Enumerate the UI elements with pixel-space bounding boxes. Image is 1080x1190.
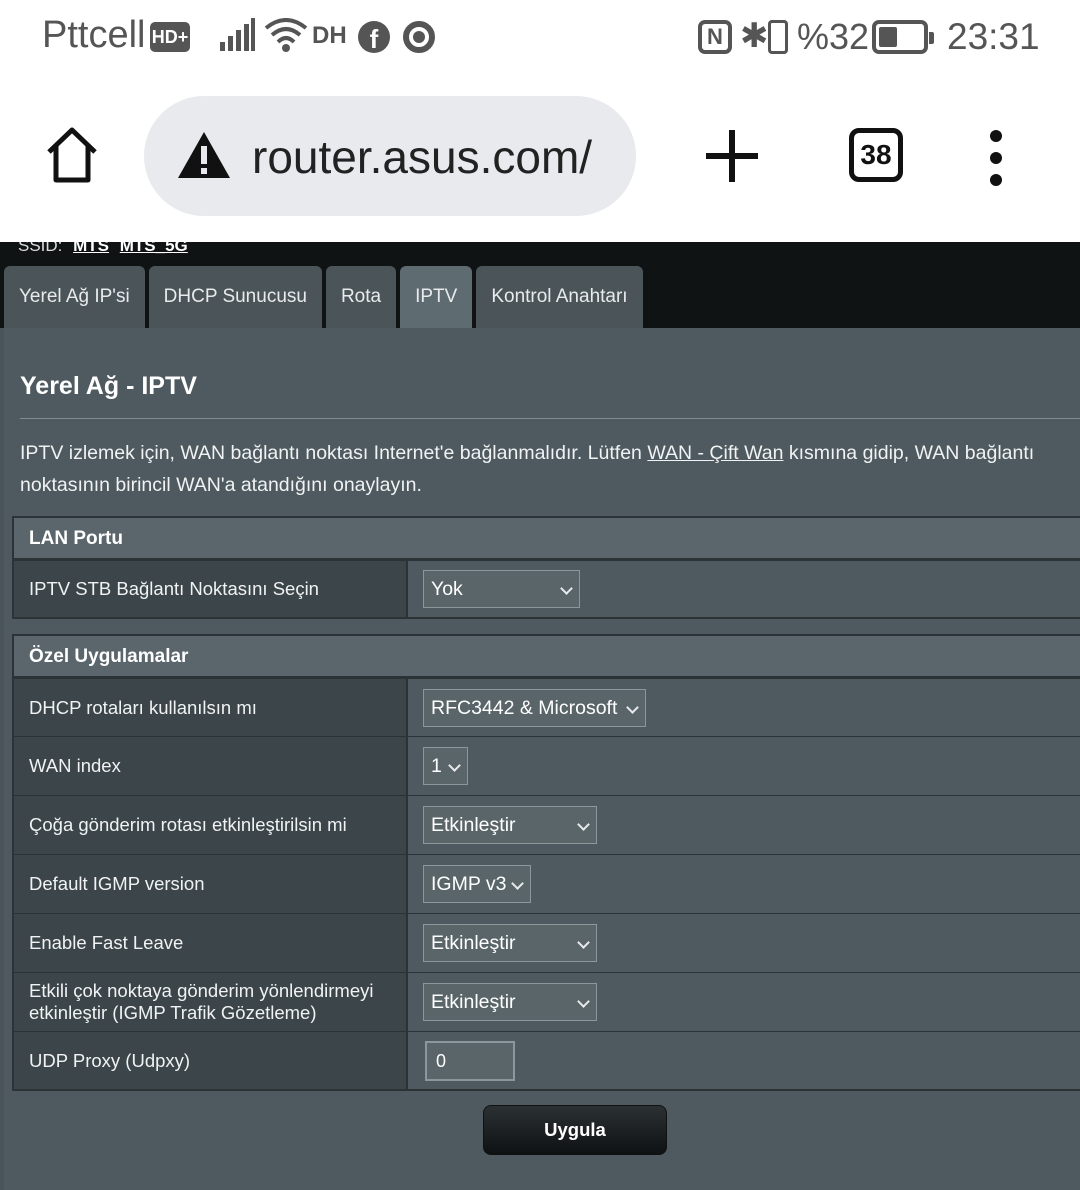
title-divider xyxy=(20,418,1080,419)
table-row: Çoğa gönderim rotası etkinleştirilsin mi… xyxy=(14,795,1080,854)
igmp-snooping-select[interactable]: Etkinleştir xyxy=(423,983,597,1021)
clock: 23:31 xyxy=(947,16,1040,57)
fast-leave-value: Etkinleştir xyxy=(431,932,516,954)
table-row: Enable Fast Leave Etkinleştir xyxy=(14,913,1080,972)
dual-wan-link[interactable]: WAN - Çift Wan xyxy=(647,442,783,464)
special-applications-header: Özel Uygulamalar xyxy=(14,636,1080,678)
igmp-version-label: Default IGMP version xyxy=(14,855,408,913)
multicast-routing-select[interactable]: Etkinleştir xyxy=(423,806,597,844)
more-menu-icon[interactable] xyxy=(985,130,1007,186)
facebook-icon: f xyxy=(358,21,390,54)
fast-leave-select[interactable]: Etkinleştir xyxy=(423,924,597,962)
lan-port-header: LAN Portu xyxy=(14,518,1080,560)
iptv-content: Yerel Ağ - IPTV IPTV izlemek için, WAN b… xyxy=(4,328,1080,1190)
igmp-version-value: IGMP v3 xyxy=(431,873,507,895)
dhcp-routes-label: DHCP rotaları kullanılsın mı xyxy=(14,679,408,736)
chevron-down-icon xyxy=(577,936,590,949)
chrome-icon xyxy=(403,21,435,53)
iptv-stb-port-value: Yok xyxy=(431,578,463,600)
hd-voice-icon: HD+ xyxy=(150,22,190,52)
browser-toolbar: router.asus.com/ 38 xyxy=(0,78,1080,240)
dhcp-routes-select[interactable]: RFC3442 & Microsoft xyxy=(423,688,646,727)
iptv-description: IPTV izlemek için, WAN bağlantı noktası … xyxy=(20,437,1072,501)
tab-lan-ip[interactable]: Yerel Ağ IP'si xyxy=(4,266,145,328)
special-applications-table: Özel Uygulamalar DHCP rotaları kullanıls… xyxy=(12,634,1080,1091)
ssid-link-5g[interactable]: MTS_5G xyxy=(120,242,188,255)
vibrate-icon xyxy=(768,20,788,54)
udp-proxy-input[interactable]: 0 xyxy=(425,1040,515,1081)
chevron-down-icon xyxy=(626,700,639,714)
iptv-stb-port-select[interactable]: Yok xyxy=(423,570,580,608)
table-row: WAN index 1 xyxy=(14,736,1080,795)
signal-strength-icon xyxy=(220,18,255,51)
tab-iptv[interactable]: IPTV xyxy=(400,266,473,328)
multicast-routing-label: Çoğa gönderim rotası etkinleştirilsin mi xyxy=(14,796,408,854)
ssid-link-24g[interactable]: MTS xyxy=(73,242,109,255)
wan-index-label: WAN index xyxy=(14,737,408,795)
chevron-down-icon xyxy=(560,582,573,595)
table-row: UDP Proxy (Udpxy) 0 xyxy=(14,1031,1080,1089)
igmp-snooping-label: Etkili çok noktaya gönderim yönlendirmey… xyxy=(14,973,408,1031)
udp-proxy-label: UDP Proxy (Udpxy) xyxy=(14,1032,408,1089)
dh-indicator: DH xyxy=(312,22,347,49)
lan-port-table: LAN Portu IPTV STB Bağlantı Noktasını Se… xyxy=(12,516,1080,619)
description-text-1: IPTV izlemek için, WAN bağlantı noktası … xyxy=(20,442,648,464)
url-text[interactable]: router.asus.com/ xyxy=(252,130,592,184)
status-bar: Pttcell HD+ DH f N ✱ %32 23:31 xyxy=(0,0,1080,78)
router-page: SSID: MTS MTS_5G Yerel Ağ IP'si DHCP Sun… xyxy=(0,242,1080,1190)
chevron-down-icon xyxy=(577,818,590,831)
wan-index-value: 1 xyxy=(431,755,442,777)
igmp-snooping-value: Etkinleştir xyxy=(431,991,516,1013)
tab-dhcp-server[interactable]: DHCP Sunucusu xyxy=(148,266,322,328)
ssid-info: SSID: MTS MTS_5G xyxy=(18,242,188,256)
fast-leave-label: Enable Fast Leave xyxy=(14,914,408,972)
carrier-name: Pttcell xyxy=(42,14,146,56)
tab-route[interactable]: Rota xyxy=(325,266,397,328)
table-row: IPTV STB Bağlantı Noktasını Seçin Yok xyxy=(14,560,1080,617)
wifi-icon xyxy=(264,18,308,52)
multicast-routing-value: Etkinleştir xyxy=(431,814,516,836)
router-header: SSID: MTS MTS_5G Yerel Ağ IP'si DHCP Sun… xyxy=(0,242,1080,328)
address-bar[interactable]: router.asus.com/ xyxy=(144,96,636,216)
new-tab-icon[interactable] xyxy=(706,130,758,182)
table-row: Etkili çok noktaya gönderim yönlendirmey… xyxy=(14,972,1080,1031)
chevron-down-icon xyxy=(511,877,524,890)
nfc-icon: N xyxy=(698,20,732,54)
home-icon[interactable] xyxy=(44,126,100,184)
table-row: Default IGMP version IGMP v3 xyxy=(14,854,1080,913)
igmp-version-select[interactable]: IGMP v3 xyxy=(423,865,531,903)
battery-icon xyxy=(872,20,934,54)
tab-switcher-button[interactable]: 38 xyxy=(849,128,903,182)
page-title: Yerel Ağ - IPTV xyxy=(20,372,197,400)
tab-switch-control[interactable]: Kontrol Anahtarı xyxy=(476,266,643,328)
chevron-down-icon xyxy=(448,759,461,772)
bluetooth-icon: ✱ xyxy=(740,17,769,55)
battery-percent: %32 xyxy=(797,16,870,57)
dhcp-routes-value: RFC3442 & Microsoft xyxy=(431,696,618,719)
lan-tabs: Yerel Ağ IP'si DHCP Sunucusu Rota IPTV K… xyxy=(4,266,643,328)
warning-icon[interactable] xyxy=(176,130,232,180)
ssid-label: SSID: xyxy=(18,242,63,255)
table-row: DHCP rotaları kullanılsın mı RFC3442 & M… xyxy=(14,678,1080,736)
chevron-down-icon xyxy=(577,995,590,1008)
iptv-stb-port-label: IPTV STB Bağlantı Noktasını Seçin xyxy=(14,561,408,617)
wan-index-select[interactable]: 1 xyxy=(423,747,468,785)
apply-button[interactable]: Uygula xyxy=(483,1105,667,1155)
